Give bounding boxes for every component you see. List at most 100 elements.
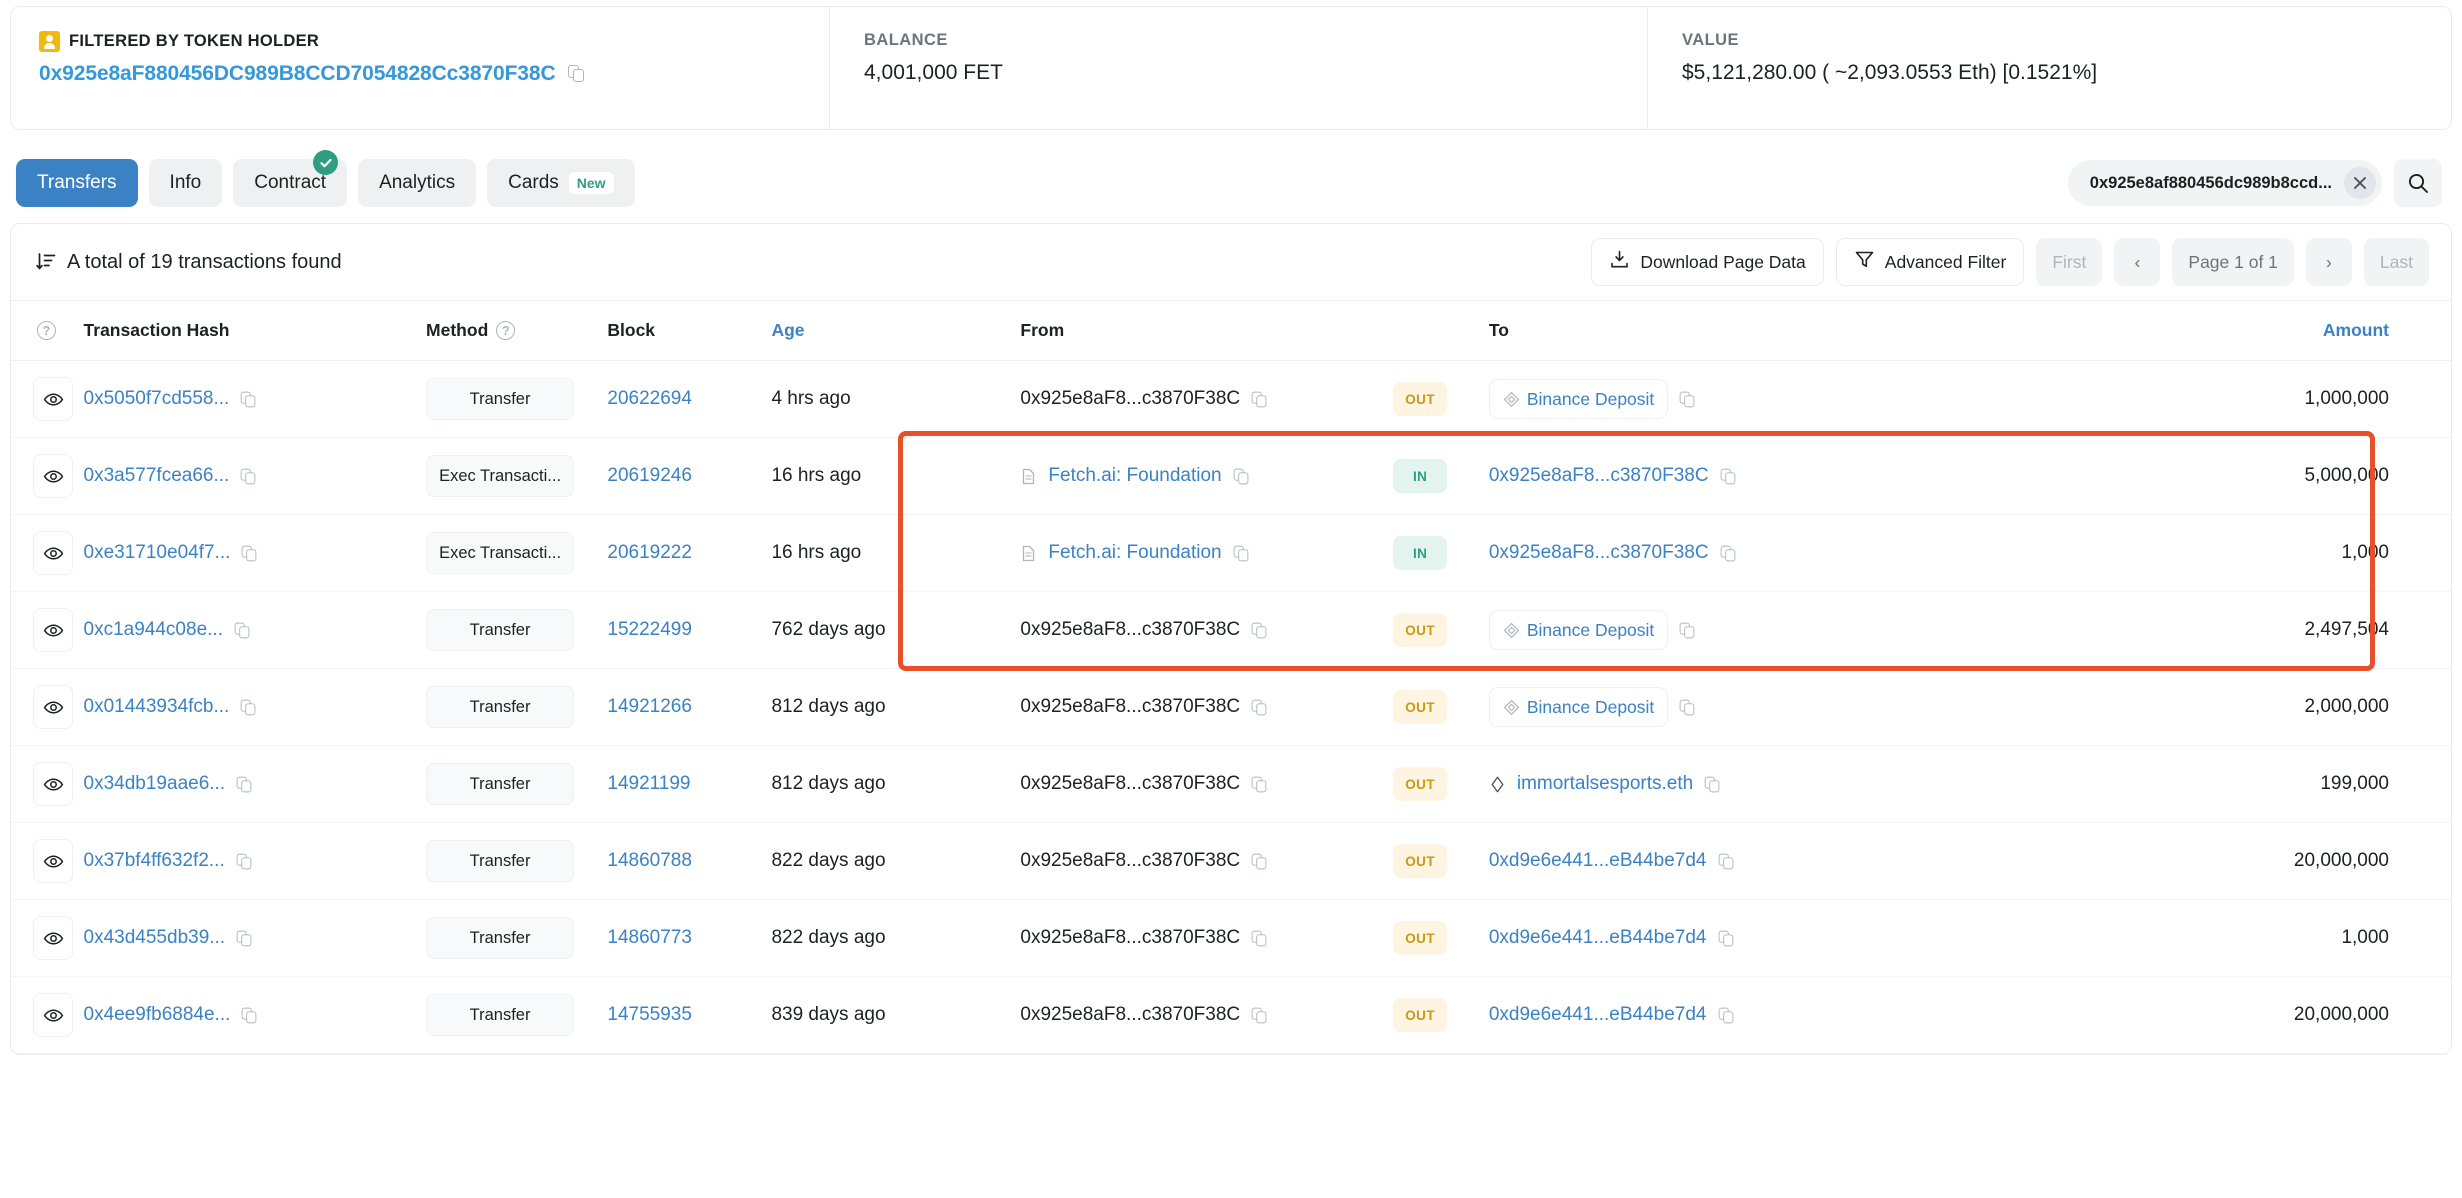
copy-icon[interactable] xyxy=(1251,1007,1267,1023)
copy-icon[interactable] xyxy=(1679,699,1695,715)
row-method-pill[interactable]: Transfer xyxy=(426,609,575,651)
view-transaction-icon[interactable] xyxy=(33,762,73,806)
copy-icon[interactable] xyxy=(1718,930,1733,946)
search-icon[interactable] xyxy=(2394,159,2442,207)
th-amount[interactable]: Amount xyxy=(1927,300,2451,361)
row-transaction-hash-link[interactable]: 0x01443934fcb... xyxy=(84,696,230,718)
copy-icon[interactable] xyxy=(1251,853,1267,869)
pagination-first[interactable]: First xyxy=(2036,238,2103,286)
filter-address-link[interactable]: 0x925e8aF880456DC989B8CCD7054828Cc3870F3… xyxy=(39,62,556,86)
row-block-link[interactable]: 20622694 xyxy=(607,388,692,410)
search-filter-pill[interactable]: 0x925e8af880456dc989b8ccd... xyxy=(2067,160,2382,206)
row-transaction-hash-link[interactable]: 0x5050f7cd558... xyxy=(84,388,230,410)
row-transaction-hash-link[interactable]: 0x4ee9fb6884e... xyxy=(84,1004,231,1026)
view-transaction-icon[interactable] xyxy=(33,531,73,575)
view-transaction-icon[interactable] xyxy=(33,993,73,1037)
tab-analytics[interactable]: Analytics xyxy=(358,159,477,207)
copy-icon[interactable] xyxy=(1233,468,1248,484)
copy-icon[interactable] xyxy=(567,64,586,84)
download-page-data-button[interactable]: Download Page Data xyxy=(1591,238,1824,286)
row-to-link[interactable]: immortalsesports.eth xyxy=(1517,773,1693,795)
row-to-link[interactable]: 0xd9e6e441...eB44be7d4 xyxy=(1489,1004,1707,1026)
copy-icon[interactable] xyxy=(1679,622,1695,638)
row-to-link[interactable]: 0x925e8aF8...c3870F38C xyxy=(1489,542,1709,564)
cell-to: Binance Deposit xyxy=(1488,591,1928,669)
copy-icon[interactable] xyxy=(1251,391,1267,407)
pagination-prev[interactable]: ‹ xyxy=(2114,238,2161,286)
row-to-tag[interactable]: Binance Deposit xyxy=(1488,610,1669,650)
view-transaction-icon[interactable] xyxy=(33,685,73,729)
th-method: Method ? xyxy=(426,300,608,361)
copy-icon[interactable] xyxy=(240,699,256,715)
copy-icon[interactable] xyxy=(234,622,250,638)
row-method-pill[interactable]: Exec Transacti... xyxy=(426,455,575,497)
row-from-link[interactable]: Fetch.ai: Foundation xyxy=(1048,465,1221,487)
copy-icon[interactable] xyxy=(1251,930,1267,946)
copy-icon[interactable] xyxy=(236,776,252,792)
row-block-link[interactable]: 14755935 xyxy=(607,1004,692,1026)
row-block-link[interactable]: 14860773 xyxy=(607,927,692,949)
view-transaction-icon[interactable] xyxy=(33,916,73,960)
method-help-icon[interactable]: ? xyxy=(496,321,516,340)
table-row: 0xe31710e04f7... Exec Transacti... 20619… xyxy=(11,514,2451,592)
row-to-link[interactable]: 0xd9e6e441...eB44be7d4 xyxy=(1489,927,1707,949)
cell-from: 0x925e8aF8...c3870F38C xyxy=(1020,976,1394,1054)
close-icon[interactable] xyxy=(2344,167,2376,199)
row-method-pill[interactable]: Transfer xyxy=(426,994,575,1036)
row-block-link[interactable]: 20619222 xyxy=(607,542,692,564)
row-transaction-hash-link[interactable]: 0x3a577fcea66... xyxy=(84,465,230,487)
cell-view xyxy=(11,822,84,900)
copy-icon[interactable] xyxy=(1718,853,1733,869)
copy-icon[interactable] xyxy=(236,853,252,869)
row-transaction-hash-link[interactable]: 0x37bf4ff632f2... xyxy=(84,850,225,872)
copy-icon[interactable] xyxy=(240,468,256,484)
copy-icon[interactable] xyxy=(1718,1007,1733,1023)
row-method-pill[interactable]: Transfer xyxy=(426,917,575,959)
row-to-link[interactable]: 0x925e8aF8...c3870F38C xyxy=(1489,465,1709,487)
tab-cards[interactable]: Cards New xyxy=(487,159,635,207)
copy-icon[interactable] xyxy=(1704,776,1720,792)
row-to-link[interactable]: 0xd9e6e441...eB44be7d4 xyxy=(1489,850,1707,872)
copy-icon[interactable] xyxy=(1679,391,1695,407)
copy-icon[interactable] xyxy=(1720,468,1735,484)
tab-contract[interactable]: Contract xyxy=(233,150,348,207)
row-to-tag[interactable]: Binance Deposit xyxy=(1488,379,1669,419)
copy-icon[interactable] xyxy=(242,545,257,561)
row-transaction-hash-link[interactable]: 0x34db19aae6... xyxy=(84,773,226,795)
row-transaction-hash-link[interactable]: 0xe31710e04f7... xyxy=(84,542,231,564)
pagination-next[interactable]: › xyxy=(2305,238,2352,286)
row-method-pill[interactable]: Transfer xyxy=(426,686,575,728)
copy-icon[interactable] xyxy=(1251,776,1267,792)
copy-icon[interactable] xyxy=(1720,545,1735,561)
copy-icon[interactable] xyxy=(236,930,252,946)
row-block-link[interactable]: 14921199 xyxy=(607,773,690,795)
row-block-link[interactable]: 14921266 xyxy=(607,696,692,718)
row-method-pill[interactable]: Transfer xyxy=(426,840,575,882)
view-transaction-icon[interactable] xyxy=(33,839,73,883)
th-transaction-hash: Transaction Hash xyxy=(83,300,427,361)
row-block-link[interactable]: 20619246 xyxy=(607,465,692,487)
copy-icon[interactable] xyxy=(240,391,256,407)
copy-icon[interactable] xyxy=(1251,622,1267,638)
view-transaction-icon[interactable] xyxy=(33,608,73,652)
th-age[interactable]: Age xyxy=(753,300,1021,361)
tab-transfers[interactable]: Transfers xyxy=(16,159,138,207)
tab-info[interactable]: Info xyxy=(148,159,223,207)
pagination-last[interactable]: Last xyxy=(2363,238,2429,286)
copy-icon[interactable] xyxy=(242,1007,257,1023)
row-method-pill[interactable]: Exec Transacti... xyxy=(426,532,575,574)
copy-icon[interactable] xyxy=(1233,545,1248,561)
row-method-pill[interactable]: Transfer xyxy=(426,763,575,805)
row-transaction-hash-link[interactable]: 0x43d455db39... xyxy=(84,927,226,949)
help-icon[interactable]: ? xyxy=(37,321,56,340)
view-transaction-icon[interactable] xyxy=(33,377,73,421)
row-block-link[interactable]: 15222499 xyxy=(607,619,692,641)
row-from-link[interactable]: Fetch.ai: Foundation xyxy=(1048,542,1221,564)
row-to-tag[interactable]: Binance Deposit xyxy=(1488,687,1669,727)
row-block-link[interactable]: 14860788 xyxy=(607,850,692,872)
row-method-pill[interactable]: Transfer xyxy=(426,378,575,420)
advanced-filter-button[interactable]: Advanced Filter xyxy=(1835,238,2025,286)
copy-icon[interactable] xyxy=(1251,699,1267,715)
row-transaction-hash-link[interactable]: 0xc1a944c08e... xyxy=(84,619,223,641)
view-transaction-icon[interactable] xyxy=(33,454,73,498)
